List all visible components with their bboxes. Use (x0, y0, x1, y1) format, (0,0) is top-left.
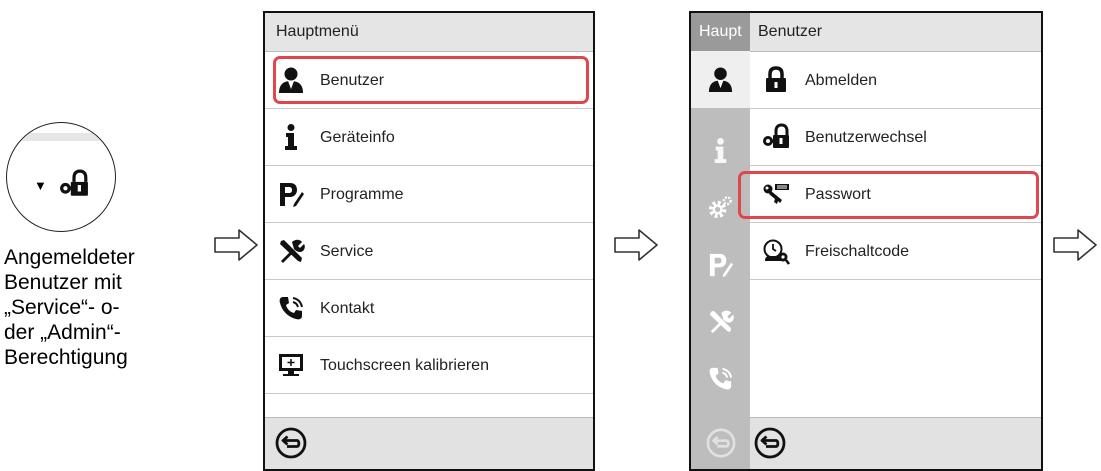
lock-icon (762, 66, 790, 94)
phone-icon[interactable] (707, 365, 734, 392)
main-menu-screen: Hauptmenü Benutzer Geräteinfo Programme … (263, 11, 595, 471)
programs-icon (277, 180, 305, 208)
caption-line: der „Admin“- (4, 321, 121, 344)
page-title: Benutzer (750, 13, 1041, 52)
back-icon[interactable] (754, 427, 786, 459)
touchscreen-icon (277, 351, 305, 379)
user-icon (707, 66, 734, 93)
highlight-frame (738, 171, 1039, 219)
menu-item-label: Abmelden (805, 72, 878, 89)
menu-item-abmelden[interactable]: Abmelden (750, 52, 1041, 109)
flow-arrow-icon (613, 227, 659, 263)
zoom-circle: ▼ (6, 122, 116, 232)
service-tools-icon[interactable] (707, 308, 734, 335)
menu-item-benutzerwechsel[interactable]: Benutzerwechsel (750, 109, 1041, 166)
menu-item-label: Programme (320, 186, 404, 203)
caption-line: Benutzer mit (4, 271, 122, 294)
back-icon[interactable] (706, 428, 736, 458)
menu-item-service[interactable]: Service (265, 223, 593, 280)
footer-bar (750, 417, 1041, 469)
flow-arrow-icon (213, 227, 259, 263)
flow-arrow-icon (1052, 227, 1098, 263)
info-icon (277, 123, 305, 151)
user-switch-lock-icon (59, 169, 89, 199)
user-menu-panel: Benutzer Abmelden Benutzerwechsel Passwo… (738, 13, 1041, 469)
programs-icon[interactable] (707, 251, 734, 278)
menu-item-label: Benutzerwechsel (805, 129, 927, 146)
menu-item-label: Service (320, 243, 374, 260)
user-switch-icon (762, 123, 790, 151)
status-bar-strip (7, 133, 115, 141)
menu-item-freischaltcode[interactable]: Freischaltcode (750, 223, 1041, 280)
back-icon[interactable] (275, 427, 307, 459)
caption: Angemeldeter Benutzer mit „Service“- o- … (4, 245, 194, 370)
menu-item-kontakt[interactable]: Kontakt (265, 280, 593, 337)
menu-item-touchscreen[interactable]: Touchscreen kalibrieren (265, 337, 593, 394)
menu-item-geraeteinfo[interactable]: Geräteinfo (265, 109, 593, 166)
menu-item-label: Kontakt (320, 300, 375, 317)
info-icon[interactable] (707, 137, 734, 164)
menu-item-label: Touchscreen kalibrieren (320, 357, 489, 374)
phone-icon (277, 294, 305, 322)
sidebar-title: Haupt (691, 13, 750, 51)
menu-item-programme[interactable]: Programme (265, 166, 593, 223)
service-tools-icon (277, 237, 305, 265)
menu-item-label: Geräteinfo (320, 129, 395, 146)
menu-item-label: Freischaltcode (805, 243, 910, 260)
dropdown-arrow-icon: ▼ (34, 178, 47, 193)
highlight-frame (273, 56, 589, 104)
caption-line: „Service“- o- (4, 296, 120, 319)
footer-bar (265, 417, 593, 469)
user-menu-screen: Haupt Benutzer Abmelden Benutzerwechsel … (689, 11, 1043, 471)
sidebar-item-user[interactable] (691, 51, 750, 108)
caption-line: Angemeldeter (4, 246, 135, 269)
sidebar: Haupt (691, 13, 750, 469)
page-title: Hauptmenü (265, 13, 593, 52)
caption-line: Berechtigung (4, 346, 128, 369)
settings-gear-icon[interactable] (707, 194, 734, 221)
unlock-code-icon (762, 237, 790, 265)
